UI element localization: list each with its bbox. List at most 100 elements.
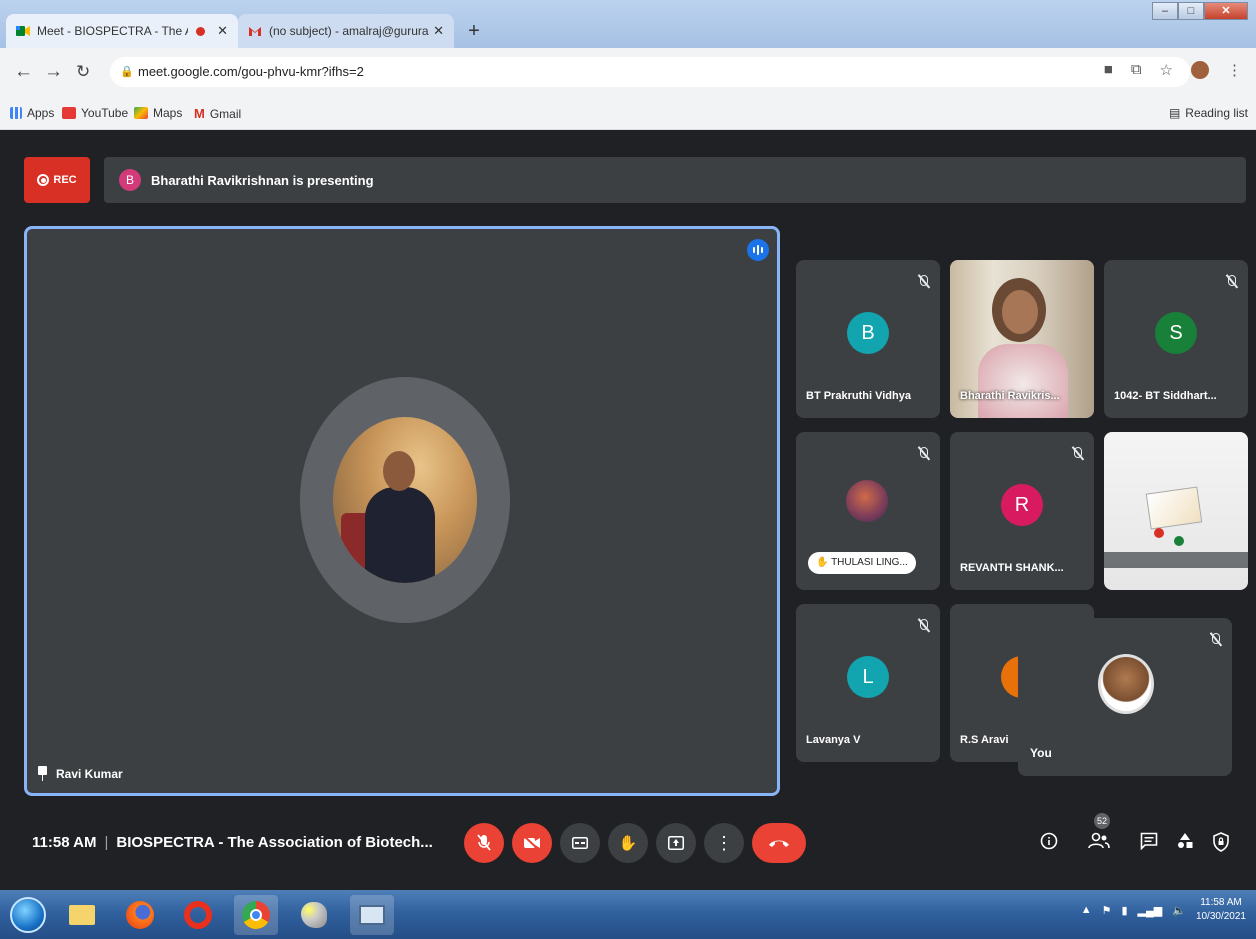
bookmark-label: Maps [153, 106, 183, 120]
hand-icon: ✋ [618, 835, 638, 852]
presentation-tile[interactable] [1104, 432, 1248, 590]
main-speaker-label: Ravi Kumar [37, 766, 123, 781]
participant-tile[interactable]: S 1042- BT Siddhart... [1104, 260, 1248, 418]
participant-avatar: S [1155, 312, 1197, 354]
participant-name-pill: ✋ THULASI LING... [808, 552, 916, 574]
presentation-label-strip [1104, 552, 1248, 568]
mic-off-icon [1224, 274, 1238, 290]
reload-icon[interactable]: ↻ [76, 62, 90, 82]
bookmark-maps[interactable]: Maps [134, 106, 182, 120]
participant-avatar: B [847, 312, 889, 354]
captions-button[interactable] [560, 823, 600, 863]
camera-off-icon [523, 836, 540, 850]
menu-dots-icon[interactable]: ⋮ [1227, 61, 1242, 79]
bookmark-apps[interactable]: Apps [10, 106, 54, 120]
self-view-tile[interactable]: You [1018, 618, 1232, 776]
mic-off-icon [1070, 446, 1084, 462]
meeting-controls: 11:58 AM | BIOSPECTRA - The Association of… [0, 796, 1256, 890]
participant-tile[interactable]: Bharathi Ravikris... [950, 260, 1094, 418]
bookmarks-bar: Apps YouTube Maps M Gmail ▤ Reading list [0, 96, 1256, 130]
camera-indicator-icon[interactable]: ■ [1104, 61, 1113, 79]
system-clock[interactable]: 11:58 AM 10/30/2021 [1196, 896, 1246, 924]
chat-icon[interactable] [1140, 832, 1158, 855]
main-speaker-tile[interactable]: Ravi Kumar [24, 226, 780, 796]
start-button[interactable] [6, 895, 50, 935]
self-avatar [1098, 654, 1154, 714]
pin-icon[interactable] [37, 766, 48, 781]
camera-toggle-button[interactable] [512, 823, 552, 863]
people-icon[interactable] [1088, 832, 1110, 855]
slide-graphic [1145, 486, 1203, 530]
meet-favicon-icon [16, 26, 30, 36]
mic-toggle-button[interactable] [464, 823, 504, 863]
hang-up-icon [769, 840, 789, 847]
browser-toolbar: ← → ↻ 🔒 meet.google.com/gou-phvu-kmr?ifh… [0, 48, 1256, 96]
clock-time: 11:58 AM [1200, 897, 1242, 908]
address-bar[interactable]: 🔒 meet.google.com/gou-phvu-kmr?ifhs=2 [110, 57, 1190, 87]
close-tab-icon[interactable]: ✕ [433, 23, 444, 39]
leave-call-button[interactable] [752, 823, 806, 863]
bookmark-label: YouTube [81, 106, 129, 120]
participant-name: Bharathi Ravikris... [960, 390, 1060, 402]
back-arrow-icon[interactable]: ← [14, 62, 33, 82]
participant-count-badge: 52 [1094, 813, 1110, 829]
participant-avatar [846, 480, 888, 522]
volume-icon[interactable]: 🔈 [1172, 904, 1186, 917]
profile-avatar[interactable] [1191, 61, 1209, 79]
rec-label: REC [53, 174, 77, 186]
raise-hand-button[interactable]: ✋ [608, 823, 648, 863]
paint-icon[interactable] [292, 895, 336, 935]
reading-list[interactable]: ▤ Reading list [1169, 106, 1248, 120]
participant-tile[interactable]: B BT Prakruthi Vidhya [796, 260, 940, 418]
meeting-details-icon[interactable] [1040, 832, 1058, 855]
maximize-button[interactable]: □ [1178, 2, 1204, 20]
captions-icon [572, 837, 588, 849]
activities-icon[interactable] [1176, 832, 1194, 855]
firefox-icon[interactable] [118, 895, 162, 935]
apps-grid-icon [10, 107, 22, 119]
participant-name: REVANTH SHANK... [960, 562, 1064, 574]
reading-list-icon: ▤ [1168, 106, 1181, 120]
mic-off-icon [916, 618, 930, 634]
bookmark-label: Gmail [209, 106, 242, 121]
speaking-indicator-icon [747, 239, 769, 261]
slide-dot [1174, 536, 1184, 546]
network-icon[interactable]: ▂▄▆ [1138, 904, 1163, 917]
bookmark-star-icon[interactable]: ☆ [1160, 61, 1173, 79]
url-text: meet.google.com/gou-phvu-kmr?ifhs=2 [138, 64, 364, 79]
host-controls-icon[interactable] [1212, 832, 1230, 857]
battery-icon[interactable]: ▮ [1121, 904, 1127, 917]
file-explorer-icon[interactable] [60, 895, 104, 935]
gmail-icon: M [194, 106, 205, 121]
share-icon[interactable]: ⧉ [1131, 61, 1142, 79]
meeting-time: 11:58 AM [32, 834, 97, 851]
more-options-button[interactable]: ⋮ [704, 823, 744, 863]
tab-meet[interactable]: Meet - BIOSPECTRA - The A ✕ [6, 14, 238, 48]
participant-tile[interactable]: L Lavanya V [796, 604, 940, 762]
participant-tile[interactable]: R REVANTH SHANK... [950, 432, 1094, 590]
minimize-button[interactable]: – [1152, 2, 1178, 20]
new-tab-button[interactable]: + [462, 20, 486, 44]
close-tab-icon[interactable]: ✕ [217, 23, 228, 39]
participant-name: 1042- BT Siddhart... [1114, 390, 1217, 402]
remote-desktop-icon[interactable] [350, 895, 394, 935]
chrome-icon[interactable] [234, 895, 278, 935]
bookmark-gmail[interactable]: M Gmail [194, 106, 241, 121]
opera-icon[interactable] [176, 895, 220, 935]
os-taskbar: ▲ ⚑ ▮ ▂▄▆ 🔈 11:58 AM 10/30/2021 [0, 890, 1256, 939]
tray-arrow-icon[interactable]: ▲ [1081, 904, 1092, 916]
divider: | [104, 834, 109, 851]
close-window-button[interactable]: ✕ [1204, 2, 1248, 20]
recording-badge[interactable]: REC [24, 157, 90, 203]
bookmark-youtube[interactable]: YouTube [62, 106, 128, 120]
tab-gmail[interactable]: (no subject) - amalraj@gururam ✕ [238, 14, 454, 48]
forward-arrow-icon[interactable]: → [44, 62, 63, 82]
tab-title: Meet - BIOSPECTRA - The A [37, 24, 189, 38]
presenting-text: Bharathi Ravikrishnan is presenting [151, 172, 374, 188]
participant-tile[interactable]: ✋ THULASI LING... [796, 432, 940, 590]
participant-avatar: R [1001, 484, 1043, 526]
slide-dot [1154, 528, 1164, 538]
flag-icon[interactable]: ⚑ [1102, 904, 1112, 917]
more-vert-icon: ⋮ [715, 832, 733, 853]
present-now-button[interactable] [656, 823, 696, 863]
